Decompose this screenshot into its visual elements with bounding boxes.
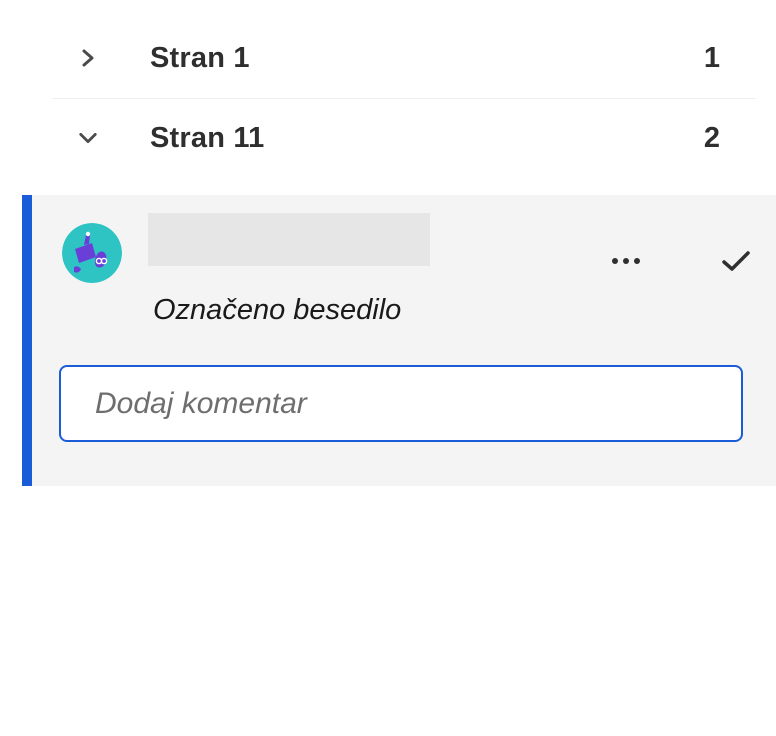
comment-author-name <box>148 213 430 266</box>
more-options-icon <box>634 258 640 264</box>
checkmark-icon <box>722 251 750 271</box>
marked-text: Označeno besedilo <box>153 294 402 326</box>
more-options-icon <box>623 258 629 264</box>
page-group-label: Stran 1 <box>150 41 250 74</box>
comment-card[interactable]: Označeno besedilo <box>22 195 776 486</box>
more-options-icon <box>612 258 618 264</box>
comment-card-accent <box>22 195 32 486</box>
page-group-count: 1 <box>703 41 720 74</box>
add-comment-input[interactable] <box>59 365 743 442</box>
page-group-stran-11[interactable]: Stran 11 2 <box>52 98 756 178</box>
chevron-right-icon[interactable] <box>78 48 98 68</box>
resolve-button[interactable] <box>714 241 758 281</box>
user-avatar-icon[interactable] <box>62 223 122 283</box>
page-group-count: 2 <box>703 121 720 154</box>
page-group-label: Stran 11 <box>150 121 265 154</box>
chevron-down-icon[interactable] <box>78 128 98 148</box>
page-group-stran-1[interactable]: Stran 1 1 <box>52 18 756 99</box>
more-options-button[interactable] <box>596 239 656 283</box>
